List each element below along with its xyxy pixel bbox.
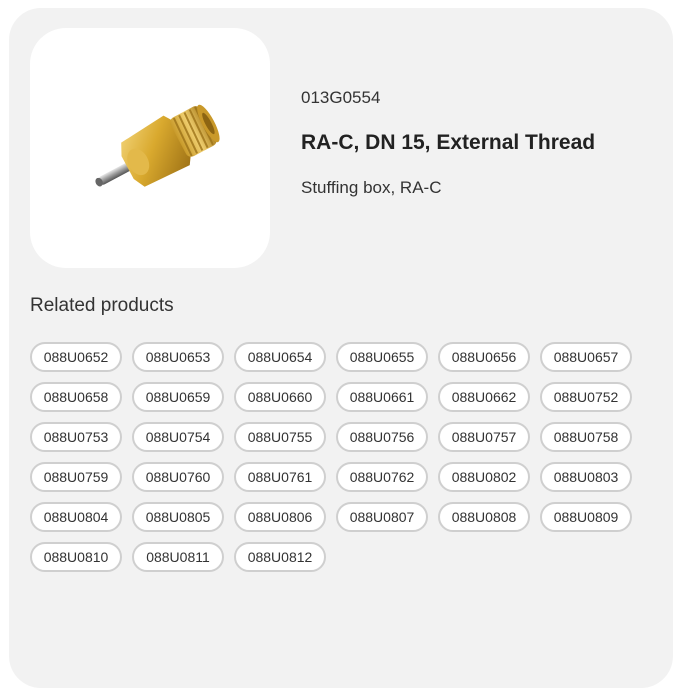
- related-product-chip[interactable]: 088U0807: [336, 502, 428, 532]
- related-product-chip[interactable]: 088U0806: [234, 502, 326, 532]
- related-product-chip[interactable]: 088U0653: [132, 342, 224, 372]
- product-image-frame: [30, 28, 270, 268]
- related-product-chip[interactable]: 088U0755: [234, 422, 326, 452]
- related-product-chip[interactable]: 088U0659: [132, 382, 224, 412]
- related-products-list: 088U0652 088U0653 088U0654 088U0655 088U…: [30, 342, 650, 572]
- product-code: 013G0554: [301, 88, 381, 107]
- product-info: 013G0554 RA-C, DN 15, External Thread St…: [301, 88, 661, 198]
- related-product-chip[interactable]: 088U0809: [540, 502, 632, 532]
- related-product-chip[interactable]: 088U0655: [336, 342, 428, 372]
- related-product-chip[interactable]: 088U0761: [234, 462, 326, 492]
- related-product-chip[interactable]: 088U0811: [132, 542, 224, 572]
- related-product-chip[interactable]: 088U0756: [336, 422, 428, 452]
- related-product-chip[interactable]: 088U0810: [30, 542, 122, 572]
- related-product-chip[interactable]: 088U0762: [336, 462, 428, 492]
- related-product-chip[interactable]: 088U0805: [132, 502, 224, 532]
- related-product-chip[interactable]: 088U0656: [438, 342, 530, 372]
- related-product-chip[interactable]: 088U0760: [132, 462, 224, 492]
- related-product-chip[interactable]: 088U0753: [30, 422, 122, 452]
- related-product-chip[interactable]: 088U0808: [438, 502, 530, 532]
- related-product-chip[interactable]: 088U0757: [438, 422, 530, 452]
- related-product-chip[interactable]: 088U0803: [540, 462, 632, 492]
- related-product-chip[interactable]: 088U0652: [30, 342, 122, 372]
- product-title: RA-C, DN 15, External Thread: [301, 131, 596, 154]
- related-product-chip[interactable]: 088U0758: [540, 422, 632, 452]
- related-product-chip[interactable]: 088U0660: [234, 382, 326, 412]
- related-product-chip[interactable]: 088U0654: [234, 342, 326, 372]
- related-product-chip[interactable]: 088U0759: [30, 462, 122, 492]
- related-products-heading: Related products: [30, 295, 174, 316]
- related-product-chip[interactable]: 088U0812: [234, 542, 326, 572]
- related-product-chip[interactable]: 088U0658: [30, 382, 122, 412]
- related-product-chip[interactable]: 088U0802: [438, 462, 530, 492]
- related-product-chip[interactable]: 088U0804: [30, 502, 122, 532]
- product-image: [95, 104, 220, 187]
- related-product-chip[interactable]: 088U0752: [540, 382, 632, 412]
- related-product-chip[interactable]: 088U0662: [438, 382, 530, 412]
- related-product-chip[interactable]: 088U0754: [132, 422, 224, 452]
- related-product-chip[interactable]: 088U0657: [540, 342, 632, 372]
- product-subtitle: Stuffing box, RA-C: [301, 178, 442, 197]
- product-card: 013G0554 RA-C, DN 15, External Thread St…: [9, 8, 673, 688]
- related-product-chip[interactable]: 088U0661: [336, 382, 428, 412]
